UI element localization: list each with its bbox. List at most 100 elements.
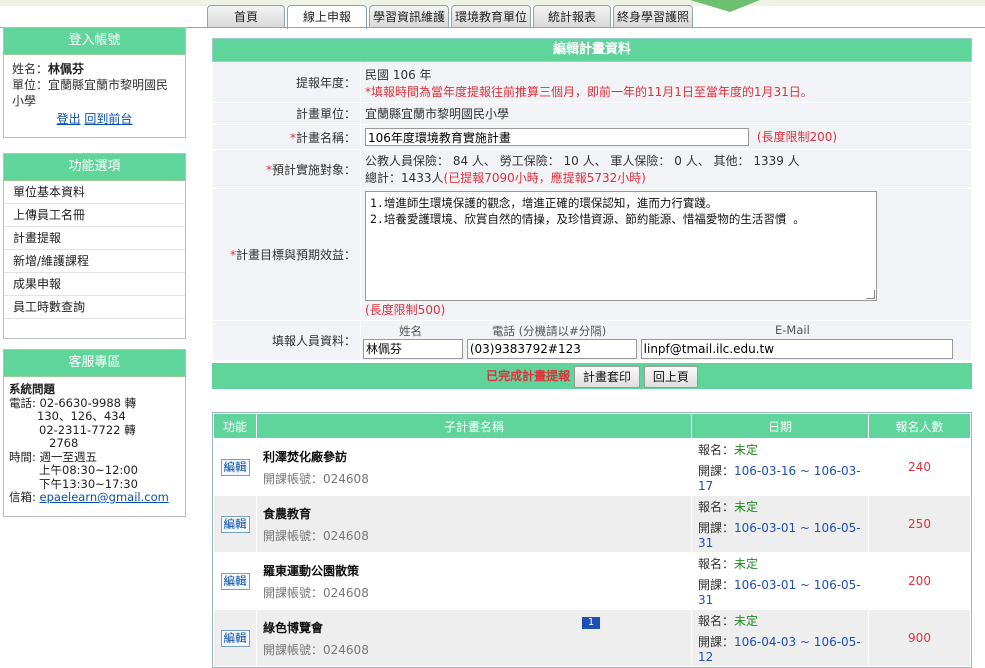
unit-value: 宜蘭縣宜蘭市黎明國民小學 [360,102,972,125]
resize-grip-icon[interactable] [866,290,875,299]
filler-col-email: E-Mail [775,322,810,337]
login-panel-header: 登入帳號 [4,28,185,55]
action-bar: 已完成計畫提報 計畫套印 回上頁 [212,363,972,389]
service-phone2-ext: 2768 [49,436,79,450]
target-breakdown: 公教人員保險： 84 人、 勞工保險： 10 人、 軍人保險： 0 人、 其他：… [365,154,800,168]
tab-home[interactable]: 首頁 [207,5,285,27]
course-label: 開課： [698,635,735,649]
service-phone: 電話: 02-6630-9988 轉 [9,395,137,410]
header-decoration [690,0,760,12]
tab-online-report[interactable]: 線上申報 [287,5,367,29]
user-name: 林佩芬 [48,62,85,76]
service-time-am: 上午08:30~12:00 [39,463,138,477]
sub-plan-name: 羅東運動公園散策 [263,563,360,578]
tab-learning-info[interactable]: 學習資訊維護 [369,5,449,27]
signup-status: 未定 [734,614,759,628]
account-value: 024608 [323,585,369,600]
login-panel: 登入帳號 姓名：林佩芬 單位：宜蘭縣宜蘭市黎明國民小學 登出 回到前台 [3,27,186,138]
table-row: 編輯 羅東運動公園散策 開課帳號：024608 報名：未定 開課：106-03-… [213,552,971,610]
signup-label: 報名： [698,443,735,457]
signup-status: 未定 [734,443,759,457]
sub-plan-table: 功能 子計畫名稱 日期 報名人數 編輯 利澤焚化廠參訪 開課帳號：024608 … [212,412,972,668]
filler-label: 填報人員資料： [212,320,361,361]
back-front-link[interactable]: 回到前台 [84,112,132,126]
done-status: 已完成計畫提報 [486,369,571,383]
pagination-page[interactable]: 1 [582,617,600,629]
col-function: 功能 [213,413,257,439]
menu-panel-header: 功能選項 [4,154,185,181]
menu-upload-roster[interactable]: 上傳員工名冊 [4,204,185,227]
menu-unit-info[interactable]: 單位基本資料 [4,181,185,204]
filler-col-name: 姓名 [399,323,422,338]
signup-label: 報名： [698,557,735,571]
course-label: 開課： [698,578,735,592]
account-value: 024608 [323,528,369,543]
edit-button[interactable]: 編輯 [220,572,250,590]
account-label: 開課帳號： [263,471,324,486]
filler-email-input[interactable]: linpf@tmail.ilc.edu.tw [640,338,953,359]
filler-col-phone: 電話 (分機請以#分隔) [492,323,607,338]
goal-textarea[interactable]: 1.增進師生環境保護的觀念，增進正確的環保認知，進而力行實踐。 2.培養愛護環境… [365,191,877,301]
menu-results[interactable]: 成果申報 [4,273,185,296]
logout-link[interactable]: 登出 [57,112,81,126]
table-row: 編輯 利澤焚化廠參訪 開課帳號：024608 報名：未定 開課：106-03-1… [213,438,971,496]
plan-name-limit: (長度限制200) [756,129,838,144]
table-row: 編輯 食農教育 開課帳號：024608 報名：未定 開課：106-03-01 ~… [213,495,971,553]
plan-name-label: 計畫名稱： [295,130,356,145]
form-title: 編輯計畫資料 [212,38,972,62]
signup-count: 240 [868,438,971,496]
menu-hours-query[interactable]: 員工時數查詢 [4,296,185,319]
account-label: 開課帳號： [263,528,324,543]
back-button[interactable]: 回上頁 [643,365,698,388]
course-label: 開課： [698,521,735,535]
service-mail-link[interactable]: epaelearn@gmail.com [40,490,169,504]
filler-phone-input[interactable]: (03)9383792#123 [466,338,637,359]
service-mail-label: 信箱: [9,490,36,504]
plan-name-label-cell: *計畫名稱： [212,124,361,150]
signup-label: 報名： [698,500,735,514]
unit-label: 單位： [12,78,49,92]
menu-courses[interactable]: 新增/維護課程 [4,250,185,273]
course-label: 開課： [698,464,735,478]
edit-button[interactable]: 編輯 [220,629,250,647]
edit-button[interactable]: 編輯 [220,458,250,476]
account-label: 開課帳號： [263,642,324,657]
sub-plan-name: 綠色博覽會 [263,620,324,635]
target-label: 預計實施對象： [271,162,356,177]
user-unit-row: 單位：宜蘭縣宜蘭市黎明國民小學 [12,77,177,109]
print-plan-button[interactable]: 計畫套印 [573,365,640,388]
signup-count: 200 [868,552,971,610]
user-name-row: 姓名：林佩芬 [12,61,177,77]
service-title: 系統問題 [9,382,55,396]
edit-button[interactable]: 編輯 [220,515,250,533]
account-value: 024608 [323,642,369,657]
target-label-cell: *預計實施對象： [212,149,361,189]
tab-statistics[interactable]: 統計報表 [533,5,611,27]
col-sub-plan-name: 子計畫名稱 [256,413,692,439]
target-total: 總計：1433人 [365,171,444,185]
goal-label-cell: *計畫目標與預期效益： [212,188,361,321]
tab-env-unit[interactable]: 環境教育單位 [451,5,531,27]
tab-passport[interactable]: 終身學習護照 [613,5,693,27]
account-label: 開課帳號： [263,585,324,600]
col-signup-count: 報名人數 [868,413,971,439]
service-panel-header: 客服專區 [4,350,185,377]
service-time: 時間: 週一至週五 [9,449,98,464]
year-label: 提報年度： [212,62,361,103]
service-panel: 客服專區 系統問題 電話: 02-6630-9988 轉 130、126、434… [3,349,186,517]
signup-label: 報名： [698,614,735,628]
signup-count: 250 [868,495,971,553]
year-note: *填報時間為當年度提報往前推算三個月，即前一年的11月1日至當年度的1月31日。 [365,84,813,99]
signup-count: 900 [868,609,971,667]
goal-label: 計畫目標與預期效益： [235,248,356,262]
filler-name-input[interactable]: 林佩芬 [363,338,463,359]
sub-plan-name: 利澤焚化廠參訪 [263,449,348,464]
service-mail-row: 信箱: epaelearn@gmail.com [9,490,180,505]
plan-edit-form: 編輯計畫資料 提報年度： 民國 106 年 *填報時間為當年度提報往前推算三個月… [212,38,972,389]
col-date: 日期 [691,413,869,439]
menu-plan-report[interactable]: 計畫提報 [4,227,185,250]
plan-name-input[interactable]: 106年度環境教育實施計畫 [365,128,749,147]
menu-panel: 功能選項 單位基本資料 上傳員工名冊 計畫提報 新增/維護課程 成果申報 員工時… [3,153,186,339]
service-time-pm: 下午13:30~17:30 [39,476,138,491]
year-value: 民國 106 年 [365,67,432,82]
